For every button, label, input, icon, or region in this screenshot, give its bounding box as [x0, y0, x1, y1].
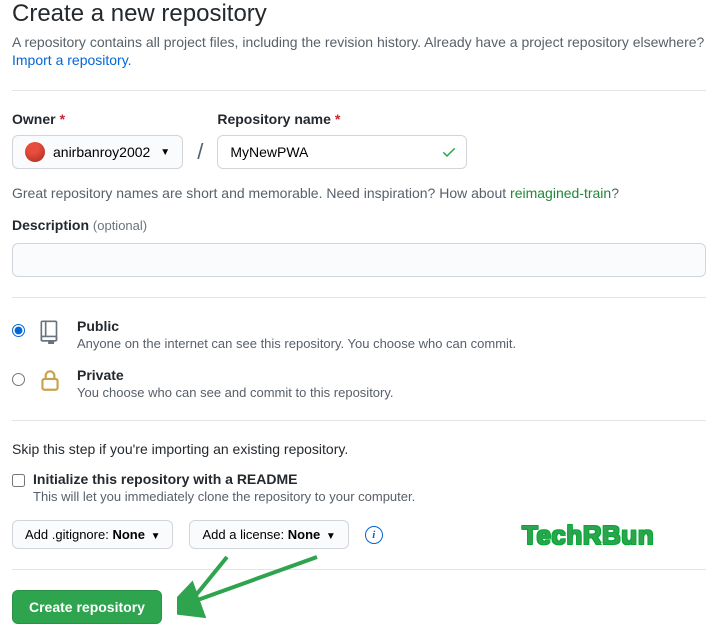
chevron-down-icon: ▼	[151, 531, 161, 542]
import-repository-link[interactable]: Import a repository.	[12, 52, 132, 68]
annotation-arrow-icon	[177, 552, 357, 632]
valid-check-icon	[441, 144, 457, 165]
gitignore-dropdown[interactable]: Add .gitignore: None ▼	[12, 520, 173, 549]
watermark-text: TechRBun	[522, 520, 654, 551]
page-subtitle: A repository contains all project files,…	[12, 34, 706, 50]
repo-icon	[37, 318, 65, 349]
private-radio[interactable]	[12, 373, 25, 386]
owner-username: anirbanroy2002	[53, 144, 150, 160]
chevron-down-icon: ▼	[326, 531, 336, 542]
owner-repo-separator: /	[193, 139, 207, 169]
owner-label: Owner*	[12, 111, 183, 127]
repo-name-input[interactable]	[217, 135, 467, 169]
info-icon[interactable]: i	[365, 526, 383, 544]
chevron-down-icon: ▼	[160, 147, 170, 158]
divider	[12, 569, 706, 570]
description-input[interactable]	[12, 243, 706, 277]
public-title: Public	[77, 318, 516, 334]
description-label: Description (optional)	[12, 217, 147, 233]
repo-name-label: Repository name*	[217, 111, 467, 127]
private-desc: You choose who can see and commit to thi…	[77, 385, 394, 400]
page-title: Create a new repository	[12, 0, 706, 28]
public-desc: Anyone on the internet can see this repo…	[77, 336, 516, 351]
readme-title: Initialize this repository with a README	[33, 471, 415, 487]
create-repository-button[interactable]: Create repository	[12, 590, 162, 624]
license-dropdown[interactable]: Add a license: None ▼	[189, 520, 348, 549]
lock-icon	[37, 367, 65, 398]
divider	[12, 90, 706, 91]
avatar	[25, 142, 45, 162]
public-radio[interactable]	[12, 324, 25, 337]
owner-select-button[interactable]: anirbanroy2002 ▼	[12, 135, 183, 169]
readme-checkbox[interactable]	[12, 474, 25, 487]
divider	[12, 420, 706, 421]
skip-hint: Skip this step if you're importing an ex…	[12, 441, 706, 457]
private-title: Private	[77, 367, 394, 383]
readme-desc: This will let you immediately clone the …	[33, 489, 415, 504]
name-hint: Great repository names are short and mem…	[12, 185, 706, 201]
suggestion-link[interactable]: reimagined-train	[510, 185, 611, 201]
divider	[12, 297, 706, 298]
